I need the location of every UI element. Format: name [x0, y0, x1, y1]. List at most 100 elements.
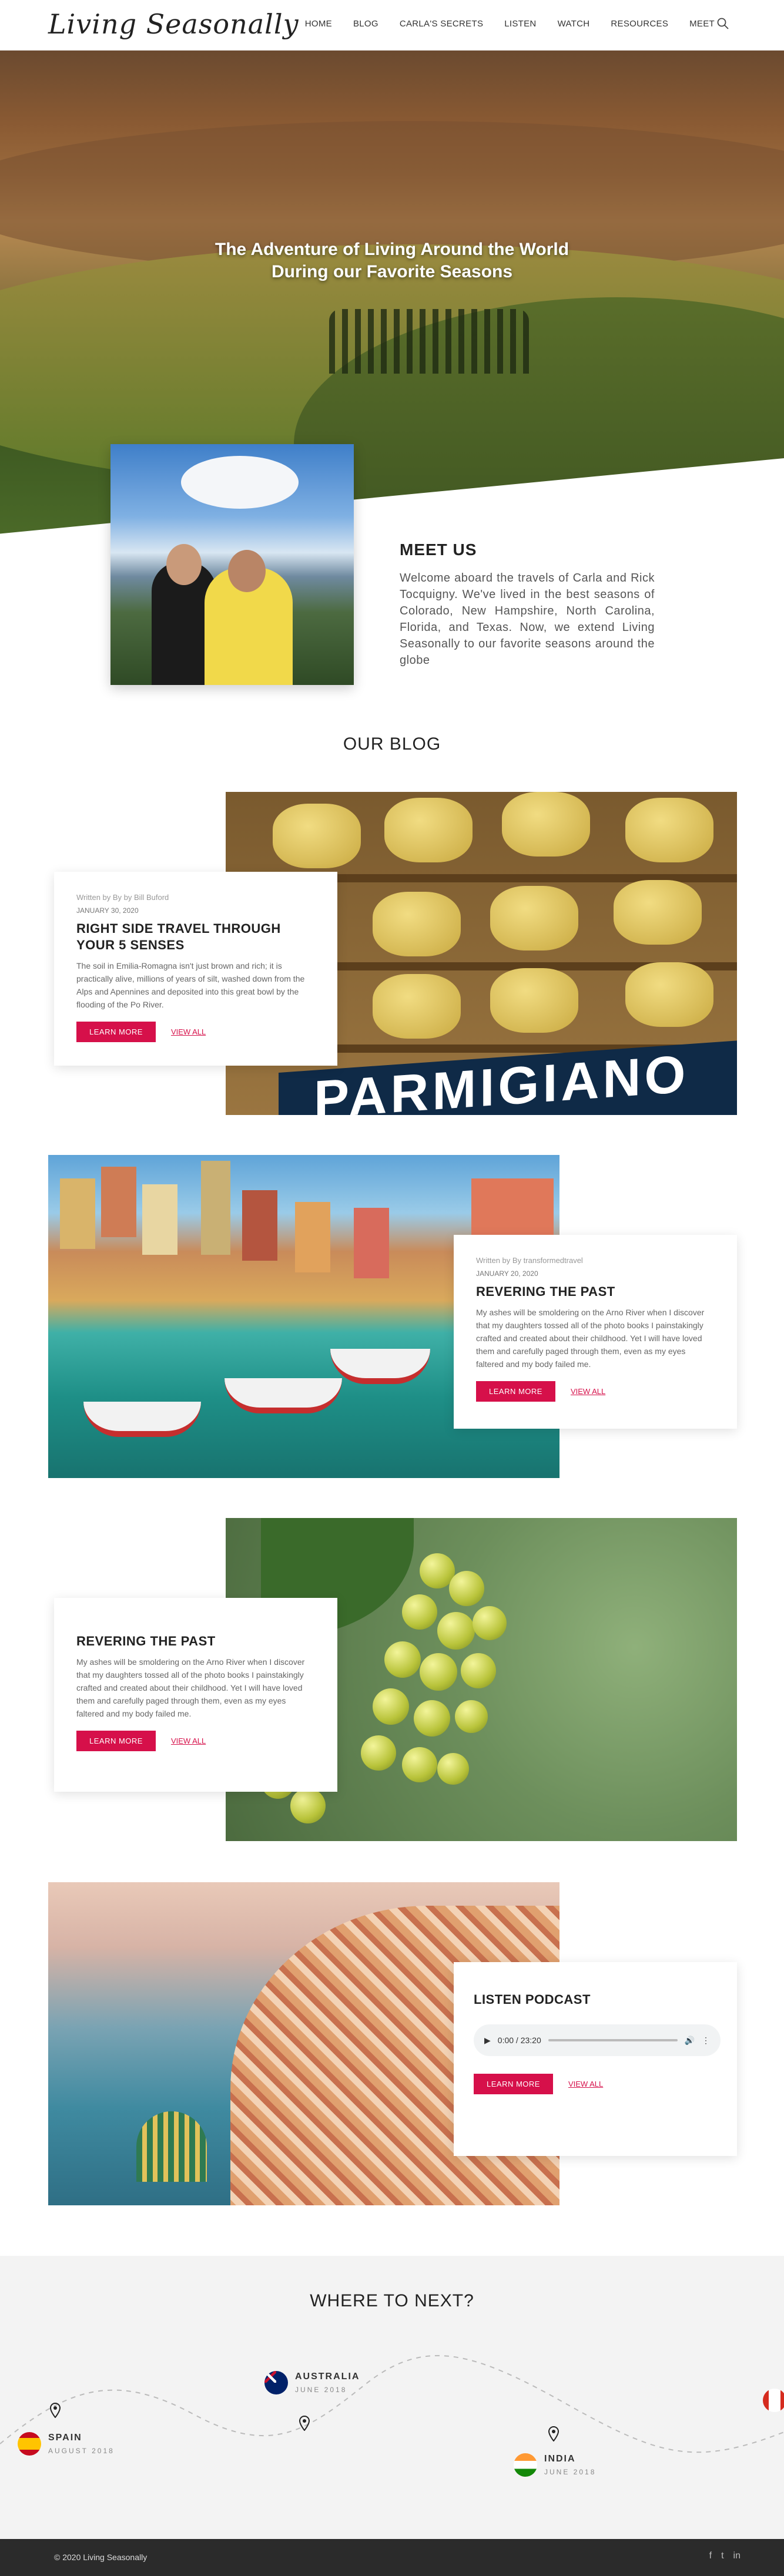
place-date: JUNE 2018 — [295, 2386, 347, 2394]
place-text: SPAIN AUGUST 2018 — [48, 2433, 115, 2455]
boat — [225, 1378, 342, 1413]
where-to-next-section: WHERE TO NEXT? SPAIN AUGUST 2018 AUSTRAL… — [0, 2256, 784, 2539]
place-australia[interactable]: AUSTRALIA JUNE 2018 — [264, 2371, 360, 2394]
grape — [402, 1747, 437, 1782]
cheese-wheel — [373, 974, 461, 1039]
post-date: JANUARY 20, 2020 — [476, 1269, 538, 1278]
search-icon[interactable] — [716, 16, 730, 31]
social-links: f t in — [709, 2551, 741, 2561]
main-nav: HOME BLOG CARLA'S SECRETS LISTEN WATCH R… — [294, 19, 725, 29]
hero-cypress-trees — [329, 309, 529, 374]
learn-more-button[interactable]: LEARN MORE — [474, 2074, 553, 2094]
grape — [473, 1606, 507, 1640]
place-name: INDIA — [544, 2454, 576, 2464]
post-card: Written by By transformedtravel JANUARY … — [454, 1235, 737, 1429]
photo-cloud — [181, 456, 299, 509]
podcast-title: LISTEN PODCAST — [474, 1992, 591, 2007]
nav-carlas-secrets[interactable]: CARLA'S SECRETS — [389, 19, 494, 29]
player-progress-track[interactable] — [548, 2039, 678, 2041]
grape — [461, 1653, 496, 1688]
place-spain[interactable]: SPAIN AUGUST 2018 — [18, 2432, 115, 2456]
grape — [420, 1653, 457, 1691]
post-author: Written by By by Bill Buford — [76, 893, 169, 902]
site-header: Living Seasonally HOME BLOG CARLA'S SECR… — [0, 0, 784, 51]
post-title[interactable]: REVERING THE PAST — [76, 1633, 315, 1650]
boat — [83, 1402, 201, 1437]
nav-watch[interactable]: WATCH — [547, 19, 601, 29]
grape — [384, 1641, 421, 1678]
place-date: JUNE 2018 — [544, 2468, 597, 2476]
post-excerpt: My ashes will be smoldering on the Arno … — [76, 1657, 305, 1718]
site-footer: © 2020 Living Seasonally f t in — [0, 2539, 784, 2576]
place-name: SPAIN — [48, 2433, 82, 2443]
linkedin-icon[interactable]: in — [733, 2551, 741, 2561]
cheese-wheel — [502, 792, 590, 857]
grape — [290, 1788, 326, 1823]
cheese-wheel — [273, 804, 361, 868]
post-title[interactable]: REVERING THE PAST — [476, 1284, 715, 1300]
facebook-icon[interactable]: f — [709, 2551, 712, 2561]
grape — [449, 1571, 484, 1606]
nav-listen[interactable]: LISTEN — [494, 19, 547, 29]
cheese-wheel — [490, 886, 578, 951]
meet-us-title: MEET US — [400, 540, 477, 559]
map-pin-icon[interactable] — [299, 2416, 310, 2431]
cheese-wheel — [625, 962, 713, 1027]
place-text: AUSTRALIA JUNE 2018 — [295, 2372, 360, 2394]
post-actions: LEARN MORE VIEW ALL — [476, 1381, 715, 1402]
nav-blog[interactable]: BLOG — [343, 19, 389, 29]
more-options-icon[interactable]: ⋮ — [702, 2036, 710, 2046]
audio-player[interactable]: ▶ 0:00 / 23:20 🔊 ⋮ — [474, 2024, 721, 2056]
where-title: WHERE TO NEXT? — [310, 2291, 474, 2310]
learn-more-button[interactable]: LEARN MORE — [76, 1731, 156, 1751]
spain-flag-icon — [18, 2432, 41, 2456]
site-logo[interactable]: Living Seasonally — [48, 8, 299, 40]
post-title[interactable]: RIGHT SIDE TRAVEL THROUGH YOUR 5 SENSES — [76, 921, 315, 953]
grape — [455, 1700, 488, 1733]
post-card: Written by By by Bill Buford JANUARY 30,… — [54, 872, 337, 1066]
play-icon[interactable]: ▶ — [484, 2036, 491, 2046]
view-all-link[interactable]: VIEW ALL — [571, 1387, 605, 1396]
twitter-icon[interactable]: t — [721, 2551, 723, 2561]
meet-us-photo — [110, 444, 354, 685]
house — [201, 1161, 230, 1255]
post-actions: LEARN MORE VIEW ALL — [474, 2074, 717, 2094]
player-time: 0:00 / 23:20 — [497, 2036, 541, 2045]
learn-more-button[interactable]: LEARN MORE — [476, 1381, 555, 1402]
canada-flag-icon[interactable] — [763, 2389, 784, 2412]
travel-route-line — [0, 2355, 784, 2453]
cheese-wheel — [490, 968, 578, 1033]
house — [242, 1190, 277, 1261]
grape — [373, 1688, 409, 1725]
house — [101, 1167, 136, 1237]
cheese-wheel — [625, 798, 713, 862]
post-actions: LEARN MORE VIEW ALL — [76, 1731, 315, 1751]
post-card: REVERING THE PAST My ashes will be smold… — [54, 1598, 337, 1792]
cheese-wheel — [614, 880, 702, 945]
view-all-link[interactable]: VIEW ALL — [171, 1737, 206, 1745]
nav-resources[interactable]: RESOURCES — [600, 19, 679, 29]
meet-us-text: Welcome aboard the travels of Carla and … — [400, 572, 655, 667]
nav-home[interactable]: HOME — [294, 19, 343, 29]
photo-face — [166, 544, 202, 585]
house — [142, 1184, 177, 1255]
learn-more-button[interactable]: LEARN MORE — [76, 1022, 156, 1042]
house — [354, 1208, 389, 1278]
map-pin-icon[interactable] — [49, 2403, 61, 2418]
hero-title: The Adventure of Living Around the World… — [0, 239, 784, 283]
view-all-link[interactable]: VIEW ALL — [568, 2080, 603, 2088]
grape — [437, 1612, 475, 1650]
house — [60, 1178, 95, 1249]
volume-icon[interactable]: 🔊 — [685, 2036, 695, 2046]
hero-title-line1: The Adventure of Living Around the World — [215, 240, 569, 259]
church-dome — [136, 2111, 207, 2182]
post-actions: LEARN MORE VIEW ALL — [76, 1022, 315, 1042]
podcast-card: LISTEN PODCAST ▶ 0:00 / 23:20 🔊 ⋮ LEARN … — [454, 1962, 737, 2156]
boat — [330, 1349, 430, 1384]
post-date: JANUARY 30, 2020 — [76, 906, 139, 915]
australia-flag-icon — [264, 2371, 288, 2394]
place-india[interactable]: INDIA JUNE 2018 — [514, 2453, 596, 2477]
map-pin-icon[interactable] — [548, 2426, 559, 2441]
view-all-link[interactable]: VIEW ALL — [171, 1027, 206, 1036]
place-date: AUGUST 2018 — [48, 2447, 115, 2455]
